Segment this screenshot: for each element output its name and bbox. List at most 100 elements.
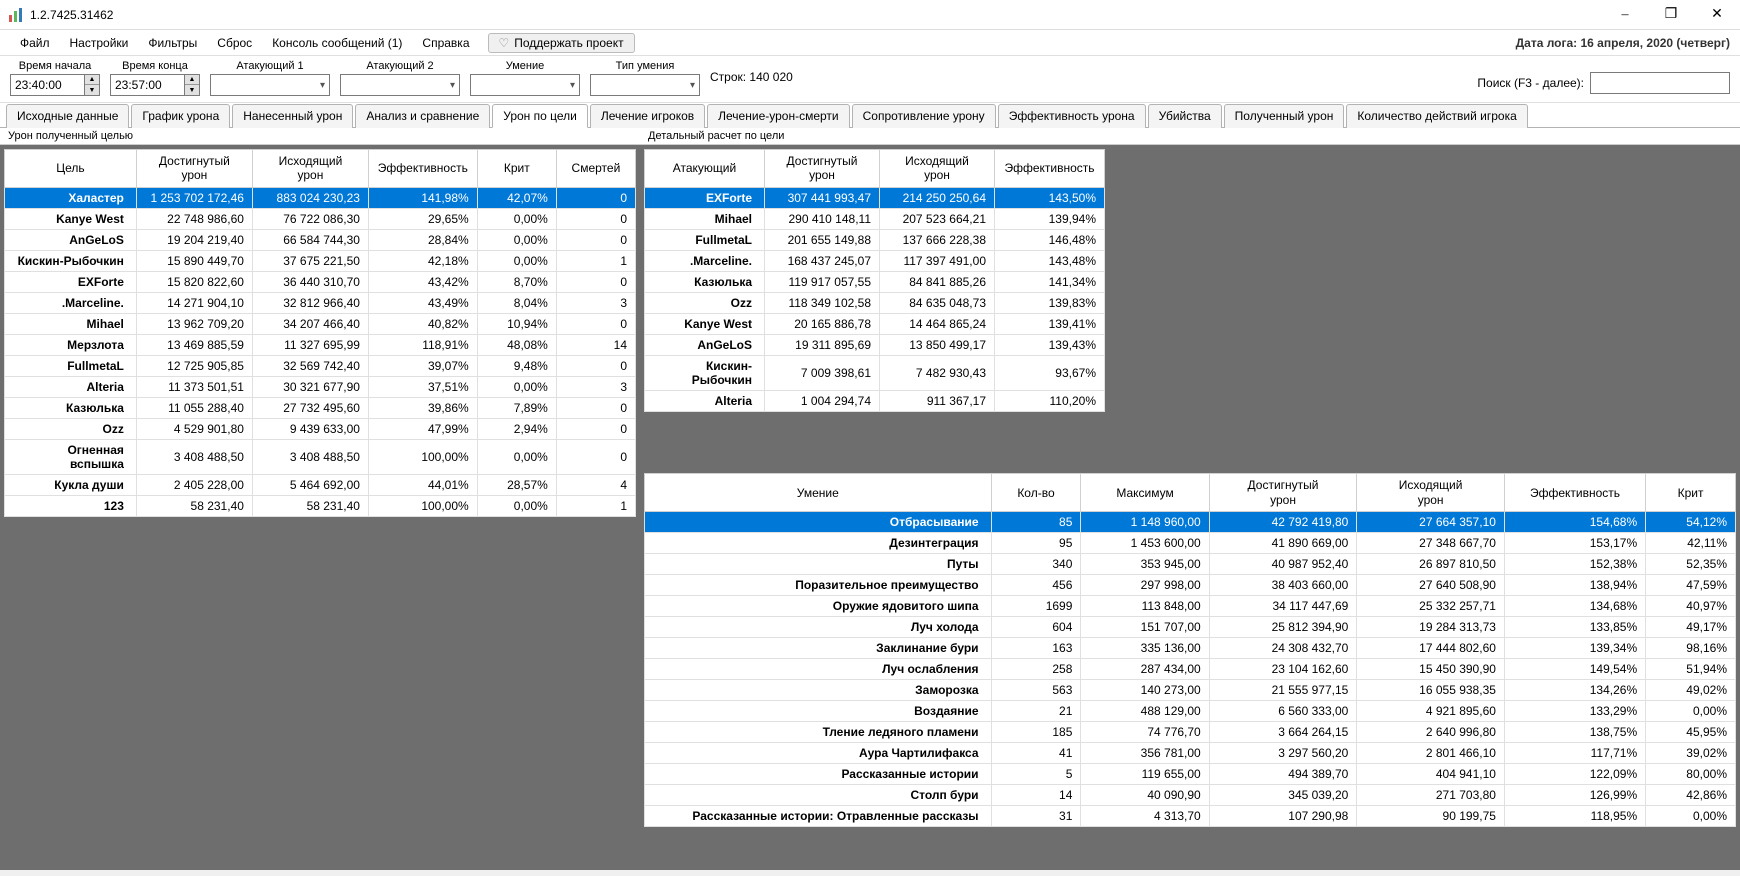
tab-5[interactable]: Лечение игроков [590,104,705,128]
menu-console[interactable]: Консоль сообщений (1) [262,33,412,53]
table-row[interactable]: Путы340353 945,0040 987 952,4026 897 810… [645,554,1736,575]
support-button[interactable]: ♡ Поддержать проект [488,33,635,53]
table-row[interactable]: Заклинание бури163335 136,0024 308 432,7… [645,638,1736,659]
cell: 5 464 692,00 [252,474,368,495]
attacker2-combo[interactable] [340,74,460,96]
table-row[interactable]: Халастер1 253 702 172,46883 024 230,2314… [5,187,636,208]
skill-type-combo[interactable] [590,74,700,96]
table-row[interactable]: Мерзлота13 469 885,5911 327 695,99118,91… [5,334,636,355]
table-row[interactable]: Ozz4 529 901,809 439 633,0047,99%2,94%0 [5,418,636,439]
table-row[interactable]: Воздаяние21488 129,006 560 333,004 921 8… [645,701,1736,722]
table-row[interactable]: Mihael13 962 709,2034 207 466,4040,82%10… [5,313,636,334]
column-header[interactable]: Исходящийурон [880,150,995,188]
start-time-input[interactable] [10,74,85,96]
table-row[interactable]: FullmetaL201 655 149,88137 666 228,38146… [645,229,1105,250]
column-header[interactable]: Цель [5,150,137,188]
minimize-button[interactable]: – [1602,0,1648,30]
column-header[interactable]: Атакующий [645,150,765,188]
cell: AnGeLoS [645,334,765,355]
table-row[interactable]: Рассказанные истории: Отравленные расска… [645,806,1736,827]
column-header[interactable]: Достигнутыйурон [1209,474,1357,512]
column-header[interactable]: Эффективность [995,150,1105,188]
tab-9[interactable]: Убийства [1148,104,1222,128]
column-header[interactable]: Смертей [556,150,635,188]
tab-6[interactable]: Лечение-урон-смерти [707,104,849,128]
column-header[interactable]: Максимум [1081,474,1209,512]
tab-2[interactable]: Нанесенный урон [232,104,353,128]
table-row[interactable]: EXForte15 820 822,6036 440 310,7043,42%8… [5,271,636,292]
column-header[interactable]: Достигнутыйурон [136,150,252,188]
cell: Тление ледяного пламени [645,722,992,743]
column-header[interactable]: Эффективность [368,150,477,188]
table-row[interactable]: Отбрасывание851 148 960,0042 792 419,802… [645,512,1736,533]
menu-settings[interactable]: Настройки [60,33,139,53]
cell: 168 437 245,07 [765,250,880,271]
skill-combo[interactable] [470,74,580,96]
table-row[interactable]: Луч ослабления258287 434,0023 104 162,60… [645,659,1736,680]
table-row[interactable]: Ozz118 349 102,5884 635 048,73139,83% [645,292,1105,313]
right-top-panel-title: Детальный расчет по цели [640,128,1740,145]
table-row[interactable]: AnGeLoS19 311 895,6913 850 499,17139,43% [645,334,1105,355]
table-row[interactable]: Тление ледяного пламени18574 776,703 664… [645,722,1736,743]
end-time-spinner[interactable]: ▲▼ [185,74,200,96]
column-header[interactable]: Исходящийурон [252,150,368,188]
target-damage-table[interactable]: ЦельДостигнутыйуронИсходящийуронЭффектив… [4,149,636,517]
cell: 28,57% [477,474,556,495]
table-row[interactable]: EXForte307 441 993,47214 250 250,64143,5… [645,187,1105,208]
menu-filters[interactable]: Фильтры [138,33,207,53]
table-row[interactable]: Луч холода604151 707,0025 812 394,9019 2… [645,617,1736,638]
tab-8[interactable]: Эффективность урона [998,104,1146,128]
tab-3[interactable]: Анализ и сравнение [355,104,490,128]
column-header[interactable]: Исходящийурон [1357,474,1505,512]
menu-reset[interactable]: Сброс [207,33,262,53]
table-row[interactable]: Kanye West20 165 886,7814 464 865,24139,… [645,313,1105,334]
cell: 0 [556,355,635,376]
column-header[interactable]: Крит [1646,474,1736,512]
table-row[interactable]: Кукла души2 405 228,005 464 692,0044,01%… [5,474,636,495]
menu-file[interactable]: Файл [10,33,60,53]
table-row[interactable]: AnGeLoS19 204 219,4066 584 744,3028,84%0… [5,229,636,250]
table-row[interactable]: 12358 231,4058 231,40100,00%0,00%1 [5,495,636,516]
cell: 3 [556,376,635,397]
table-row[interactable]: Аура Чартилифакса41356 781,003 297 560,2… [645,743,1736,764]
close-button[interactable]: ✕ [1694,0,1740,30]
table-row[interactable]: Огненная вспышка3 408 488,503 408 488,50… [5,439,636,474]
table-row[interactable]: FullmetaL12 725 905,8532 569 742,4039,07… [5,355,636,376]
table-row[interactable]: Оружие ядовитого шипа1699113 848,0034 11… [645,596,1736,617]
column-header[interactable]: Крит [477,150,556,188]
skill-detail-table[interactable]: УмениеКол-воМаксимумДостигнутыйуронИсход… [644,473,1736,827]
start-time-spinner[interactable]: ▲▼ [85,74,100,96]
column-header[interactable]: Эффективность [1504,474,1645,512]
end-time-input[interactable] [110,74,185,96]
table-row[interactable]: Mihael290 410 148,11207 523 664,21139,94… [645,208,1105,229]
maximize-button[interactable]: ❐ [1648,0,1694,30]
table-row[interactable]: Кискин-Рыбочкин15 890 449,7037 675 221,5… [5,250,636,271]
menu-help[interactable]: Справка [412,33,479,53]
table-row[interactable]: Рассказанные истории5119 655,00494 389,7… [645,764,1736,785]
table-row[interactable]: Казюлька11 055 288,4027 732 495,6039,86%… [5,397,636,418]
table-row[interactable]: Поразительное преимущество456297 998,003… [645,575,1736,596]
table-row[interactable]: Кискин-Рыбочкин7 009 398,617 482 930,439… [645,355,1105,390]
column-header[interactable]: Кол-во [991,474,1081,512]
tab-0[interactable]: Исходные данные [6,104,129,128]
table-row[interactable]: .Marceline.168 437 245,07117 397 491,001… [645,250,1105,271]
tab-10[interactable]: Полученный урон [1224,104,1345,128]
table-row[interactable]: Kanye West22 748 986,6076 722 086,3029,6… [5,208,636,229]
cell: 20 165 886,78 [765,313,880,334]
table-row[interactable]: Дезинтеграция951 453 600,0041 890 669,00… [645,533,1736,554]
tab-4[interactable]: Урон по цели [492,104,588,128]
table-row[interactable]: Столп бури1440 090,90345 039,20271 703,8… [645,785,1736,806]
search-input[interactable] [1590,72,1730,94]
column-header[interactable]: Умение [645,474,992,512]
table-row[interactable]: Казюлька119 917 057,5584 841 885,26141,3… [645,271,1105,292]
attacker1-combo[interactable] [210,74,330,96]
tab-11[interactable]: Количество действий игрока [1346,104,1527,128]
table-row[interactable]: Заморозка563140 273,0021 555 977,1516 05… [645,680,1736,701]
tab-7[interactable]: Сопротивление урону [852,104,996,128]
column-header[interactable]: Достигнутыйурон [765,150,880,188]
table-row[interactable]: .Marceline.14 271 904,1032 812 966,4043,… [5,292,636,313]
table-row[interactable]: Alteria1 004 294,74911 367,17110,20% [645,390,1105,411]
attacker-detail-table[interactable]: АтакующийДостигнутыйуронИсходящийуронЭфф… [644,149,1105,412]
tab-1[interactable]: График урона [131,104,230,128]
table-row[interactable]: Alteria11 373 501,5130 321 677,9037,51%0… [5,376,636,397]
